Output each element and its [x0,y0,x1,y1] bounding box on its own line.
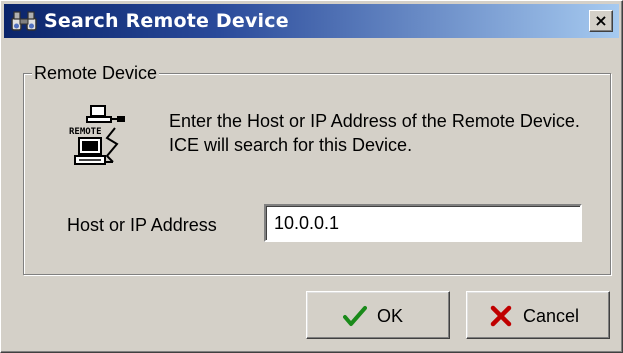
ok-label: OK [377,306,404,326]
close-button[interactable]: × [589,10,613,32]
remote-icon-text: REMOTE [69,127,102,137]
search-remote-device-dialog: Search Remote Device × Remote Device REM… [0,0,623,353]
instruction-text: Enter the Host or IP Address of the Remo… [169,111,580,155]
remote-device-icon: REMOTE [69,105,125,165]
checkmark-icon [343,306,367,326]
cancel-button[interactable]: Cancel [466,291,610,339]
title-bar[interactable]: Search Remote Device × [4,4,619,38]
groupbox-legend: Remote Device [32,61,160,85]
cancel-label: Cancel [523,306,580,326]
ok-button[interactable]: OK [306,291,450,339]
x-mark-icon [490,305,512,327]
host-ip-input[interactable] [264,204,582,242]
window-title: Search Remote Device [44,10,289,32]
binoculars-icon [11,11,37,31]
host-ip-label: Host or IP Address [67,215,217,235]
